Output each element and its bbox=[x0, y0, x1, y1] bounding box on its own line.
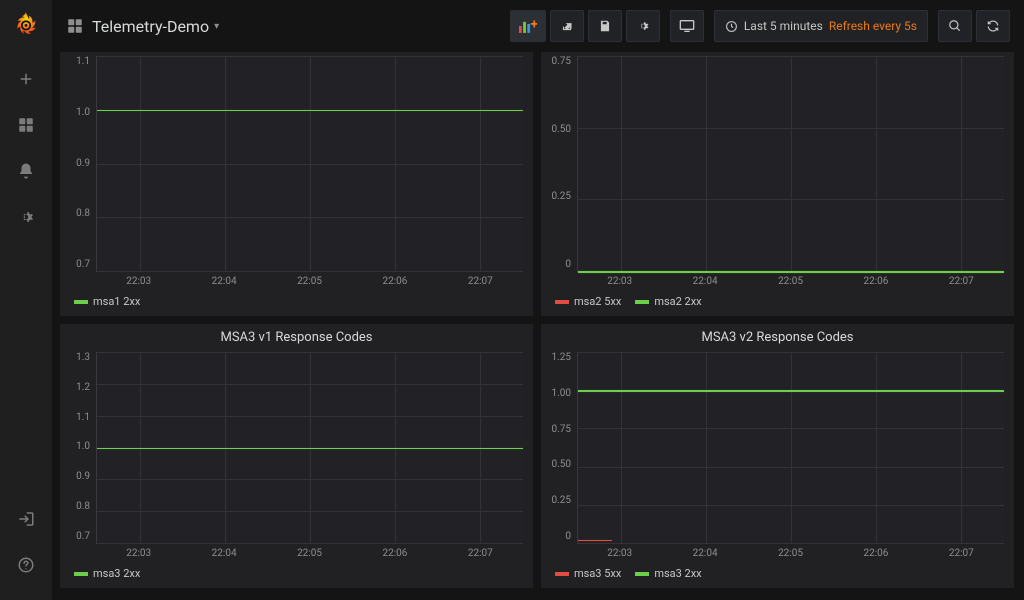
legend: msa3 2xx bbox=[60, 563, 533, 588]
x-axis-ticks: 22:0322:0422:0522:0622:07 bbox=[60, 546, 533, 563]
page-title: Telemetry-Demo bbox=[92, 17, 209, 36]
plot-area: 0.750.500.250 bbox=[541, 52, 1014, 274]
legend-swatch bbox=[635, 572, 649, 576]
legend-swatch bbox=[635, 300, 649, 304]
series-line bbox=[578, 271, 1004, 273]
settings-button[interactable] bbox=[626, 10, 660, 42]
plot[interactable] bbox=[577, 352, 1004, 544]
legend: msa3 5xx msa3 2xx bbox=[541, 563, 1014, 588]
legend-item[interactable]: msa3 2xx bbox=[635, 567, 701, 580]
plot[interactable] bbox=[96, 352, 523, 544]
add-icon[interactable] bbox=[9, 62, 43, 96]
legend-label: msa3 5xx bbox=[574, 567, 621, 580]
plot[interactable] bbox=[96, 56, 523, 272]
legend-item[interactable]: msa2 2xx bbox=[635, 295, 701, 308]
help-icon[interactable] bbox=[9, 548, 43, 582]
legend: msa2 5xx msa2 2xx bbox=[541, 291, 1014, 316]
signin-icon[interactable] bbox=[9, 502, 43, 536]
grafana-logo[interactable] bbox=[12, 10, 40, 38]
plot[interactable] bbox=[577, 56, 1004, 272]
clock-icon bbox=[725, 20, 738, 33]
dashboards-grid-icon bbox=[66, 17, 84, 35]
plot-area: 1.31.21.11.00.90.80.7 bbox=[60, 348, 533, 546]
legend-label: msa3 2xx bbox=[93, 567, 140, 580]
chart-panel[interactable]: 0.750.500.25022:0322:0422:0522:0622:07ms… bbox=[541, 52, 1014, 316]
legend-label: msa2 2xx bbox=[654, 295, 701, 308]
main: Telemetry-Demo ▾ bbox=[52, 0, 1024, 600]
refresh-button[interactable] bbox=[976, 10, 1010, 42]
x-axis-ticks: 22:0322:0422:0522:0622:07 bbox=[541, 274, 1014, 291]
legend-item[interactable]: msa1 2xx bbox=[74, 295, 140, 308]
y-axis-ticks: 0.750.500.250 bbox=[541, 52, 577, 274]
topbar: Telemetry-Demo ▾ bbox=[52, 0, 1024, 52]
time-picker[interactable]: Last 5 minutes Refresh every 5s bbox=[714, 10, 928, 42]
series-line bbox=[97, 448, 523, 450]
legend-label: msa3 2xx bbox=[654, 567, 701, 580]
series-line bbox=[97, 110, 523, 112]
refresh-interval-label: Refresh every 5s bbox=[829, 19, 917, 33]
y-axis-ticks: 1.11.00.90.80.7 bbox=[60, 52, 96, 274]
add-panel-button[interactable] bbox=[510, 10, 546, 42]
time-range-label: Last 5 minutes bbox=[744, 19, 823, 33]
x-axis-ticks: 22:0322:0422:0522:0622:07 bbox=[541, 546, 1014, 563]
y-axis-ticks: 1.251.000.750.500.250 bbox=[541, 348, 577, 546]
plot-area: 1.11.00.90.80.7 bbox=[60, 52, 533, 274]
legend-swatch bbox=[74, 572, 88, 576]
chart-panel[interactable]: MSA3 v2 Response Codes1.251.000.750.500.… bbox=[541, 324, 1014, 588]
panel-title: MSA3 v1 Response Codes bbox=[60, 324, 533, 348]
app-root: Telemetry-Demo ▾ bbox=[0, 0, 1024, 600]
sidebar bbox=[0, 0, 52, 600]
legend-item[interactable]: msa3 2xx bbox=[74, 567, 140, 580]
y-axis-ticks: 1.31.21.11.00.90.80.7 bbox=[60, 348, 96, 546]
legend-swatch bbox=[74, 300, 88, 304]
plot-area: 1.251.000.750.500.250 bbox=[541, 348, 1014, 546]
dashboards-icon[interactable] bbox=[9, 108, 43, 142]
legend-swatch bbox=[555, 572, 569, 576]
dashboard-grid: 1.11.00.90.80.722:0322:0422:0522:0622:07… bbox=[52, 52, 1024, 600]
legend-swatch bbox=[555, 300, 569, 304]
chevron-down-icon: ▾ bbox=[214, 21, 219, 32]
cycle-view-button[interactable] bbox=[670, 10, 704, 42]
legend-item[interactable]: msa3 5xx bbox=[555, 567, 621, 580]
configuration-icon[interactable] bbox=[9, 200, 43, 234]
legend-label: msa2 5xx bbox=[574, 295, 621, 308]
toolbar bbox=[510, 10, 660, 42]
legend: msa1 2xx bbox=[60, 291, 533, 316]
chart-panel[interactable]: MSA3 v1 Response Codes1.31.21.11.00.90.8… bbox=[60, 324, 533, 588]
zoom-out-button[interactable] bbox=[938, 10, 972, 42]
save-button[interactable] bbox=[588, 10, 622, 42]
legend-label: msa1 2xx bbox=[93, 295, 140, 308]
series-line bbox=[578, 390, 1004, 392]
panel-title: MSA3 v2 Response Codes bbox=[541, 324, 1014, 348]
breadcrumb[interactable]: Telemetry-Demo ▾ bbox=[66, 17, 219, 36]
legend-item[interactable]: msa2 5xx bbox=[555, 295, 621, 308]
x-axis-ticks: 22:0322:0422:0522:0622:07 bbox=[60, 274, 533, 291]
alerting-icon[interactable] bbox=[9, 154, 43, 188]
series-line bbox=[578, 540, 612, 542]
share-button[interactable] bbox=[550, 10, 584, 42]
chart-panel[interactable]: 1.11.00.90.80.722:0322:0422:0522:0622:07… bbox=[60, 52, 533, 316]
